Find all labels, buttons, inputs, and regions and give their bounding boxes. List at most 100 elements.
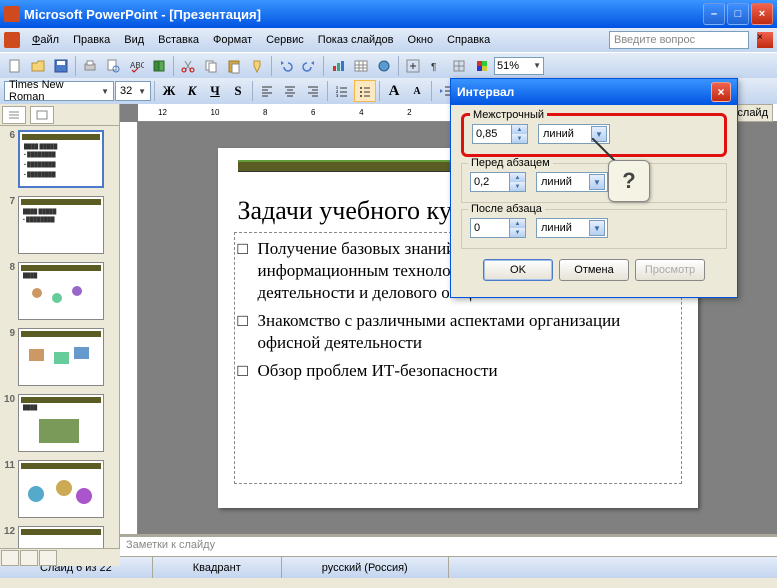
titlebar: Microsoft PowerPoint - [Презентация] – □… (0, 0, 777, 28)
sorter-view-button[interactable] (20, 550, 38, 566)
chevron-down-icon[interactable]: ▼ (589, 220, 605, 236)
bold-button[interactable]: Ж (158, 80, 180, 102)
line-spacing-value[interactable] (473, 125, 511, 143)
hyperlink-button[interactable] (373, 55, 395, 77)
line-spacing-unit-combo[interactable]: линий▼ (538, 124, 610, 144)
thumbnail-8[interactable]: 8████ (4, 262, 115, 320)
thumbnail-7[interactable]: 7████ █████▪ ████████ (4, 196, 115, 254)
spin-down-icon[interactable]: ▼ (509, 182, 525, 191)
align-left-button[interactable] (256, 80, 278, 102)
cancel-button[interactable]: Отмена (559, 259, 629, 281)
menu-tools[interactable]: Сервис (260, 32, 310, 48)
dialog-title: Интервал (457, 85, 514, 99)
italic-button[interactable]: К (181, 80, 203, 102)
chevron-down-icon[interactable]: ▼ (591, 126, 607, 142)
show-formatting-button[interactable]: ¶ (425, 55, 447, 77)
window-title: Microsoft PowerPoint - [Презентация] (24, 7, 703, 22)
save-button[interactable] (50, 55, 72, 77)
outline-tab[interactable] (2, 106, 26, 124)
status-language[interactable]: русский (Россия) (282, 557, 449, 578)
thumbnail-11[interactable]: 11 (4, 460, 115, 518)
vertical-ruler[interactable] (120, 122, 138, 534)
bullet-icon (238, 310, 258, 354)
font-combo[interactable]: Times New Roman▼ (4, 81, 114, 101)
line-spacing-group: Межстрочный ▲▼ линий▼ (461, 113, 727, 157)
before-unit-combo[interactable]: линий▼ (536, 172, 608, 192)
svg-text:3: 3 (336, 93, 338, 98)
slides-tab[interactable] (30, 106, 54, 124)
minimize-button[interactable]: – (703, 3, 725, 25)
thumbnail-10[interactable]: 10████ (4, 394, 115, 452)
paste-button[interactable] (223, 55, 245, 77)
format-painter-button[interactable] (246, 55, 268, 77)
menu-window[interactable]: Окно (402, 32, 440, 48)
align-center-button[interactable] (279, 80, 301, 102)
menu-edit[interactable]: Правка (67, 32, 116, 48)
redo-button[interactable] (298, 55, 320, 77)
shadow-button[interactable]: S (227, 80, 249, 102)
spell-button[interactable]: ABC (125, 55, 147, 77)
bullets-button[interactable] (354, 80, 376, 102)
ok-button[interactable]: OK (483, 259, 553, 281)
before-spinner[interactable]: ▲▼ (470, 172, 526, 192)
menu-slideshow[interactable]: Показ слайдов (312, 32, 400, 48)
cut-button[interactable] (177, 55, 199, 77)
spin-up-icon[interactable]: ▲ (509, 173, 525, 182)
table-button[interactable] (350, 55, 372, 77)
expand-button[interactable] (402, 55, 424, 77)
menu-file[interactable]: Файл (26, 32, 65, 48)
slideshow-view-button[interactable] (39, 550, 57, 566)
numbering-button[interactable]: 123 (331, 80, 353, 102)
spin-up-icon[interactable]: ▲ (509, 219, 525, 228)
undo-button[interactable] (275, 55, 297, 77)
increase-font-button[interactable]: A (383, 80, 405, 102)
slide-thumbnail-panel: 6████ █████▪ ████████▪ ████████▪ ███████… (0, 104, 120, 556)
font-size-combo[interactable]: 32▼ (115, 81, 151, 101)
after-paragraph-group: После абзаца ▲▼ линий▼ (461, 209, 727, 249)
decrease-font-button[interactable]: A (406, 80, 428, 102)
body-item: Обзор проблем ИТ-безопасности (258, 360, 498, 382)
spin-down-icon[interactable]: ▼ (509, 228, 525, 237)
spin-up-icon[interactable]: ▲ (511, 125, 527, 134)
underline-button[interactable]: Ч (204, 80, 226, 102)
bullet-icon (238, 360, 258, 382)
dialog-close-button[interactable]: × (711, 82, 731, 102)
before-paragraph-label: Перед абзацем (468, 157, 553, 169)
menu-insert[interactable]: Вставка (152, 32, 205, 48)
thumbnail-6[interactable]: 6████ █████▪ ████████▪ ████████▪ ███████… (4, 130, 115, 188)
status-layout: Квадрант (153, 557, 282, 578)
zoom-combo[interactable]: 51%▼ (494, 57, 544, 75)
doc-close-button[interactable]: × (757, 32, 773, 48)
dialog-titlebar[interactable]: Интервал × (451, 79, 737, 105)
line-spacing-spinner[interactable]: ▲▼ (472, 124, 528, 144)
print-preview-button[interactable] (102, 55, 124, 77)
menu-view[interactable]: Вид (118, 32, 150, 48)
chevron-down-icon[interactable]: ▼ (589, 174, 605, 190)
spin-down-icon[interactable]: ▼ (511, 134, 527, 143)
notes-pane[interactable]: Заметки к слайду (120, 534, 777, 556)
after-unit-combo[interactable]: линий▼ (536, 218, 608, 238)
after-value[interactable] (471, 219, 509, 237)
menu-help[interactable]: Справка (441, 32, 496, 48)
grid-button[interactable] (448, 55, 470, 77)
doc-control-icon[interactable] (4, 32, 20, 48)
svg-text:¶: ¶ (431, 62, 436, 73)
menu-format[interactable]: Формат (207, 32, 258, 48)
thumbnail-9[interactable]: 9 (4, 328, 115, 386)
before-value[interactable] (471, 173, 509, 191)
after-spinner[interactable]: ▲▼ (470, 218, 526, 238)
maximize-button[interactable]: □ (727, 3, 749, 25)
color-button[interactable] (471, 55, 493, 77)
print-button[interactable] (79, 55, 101, 77)
close-button[interactable]: × (751, 3, 773, 25)
chart-button[interactable] (327, 55, 349, 77)
open-button[interactable] (27, 55, 49, 77)
help-search[interactable] (609, 31, 749, 49)
help-input[interactable] (609, 31, 749, 49)
research-button[interactable] (148, 55, 170, 77)
copy-button[interactable] (200, 55, 222, 77)
normal-view-button[interactable] (1, 550, 19, 566)
preview-button[interactable]: Просмотр (635, 259, 705, 281)
new-button[interactable] (4, 55, 26, 77)
align-right-button[interactable] (302, 80, 324, 102)
